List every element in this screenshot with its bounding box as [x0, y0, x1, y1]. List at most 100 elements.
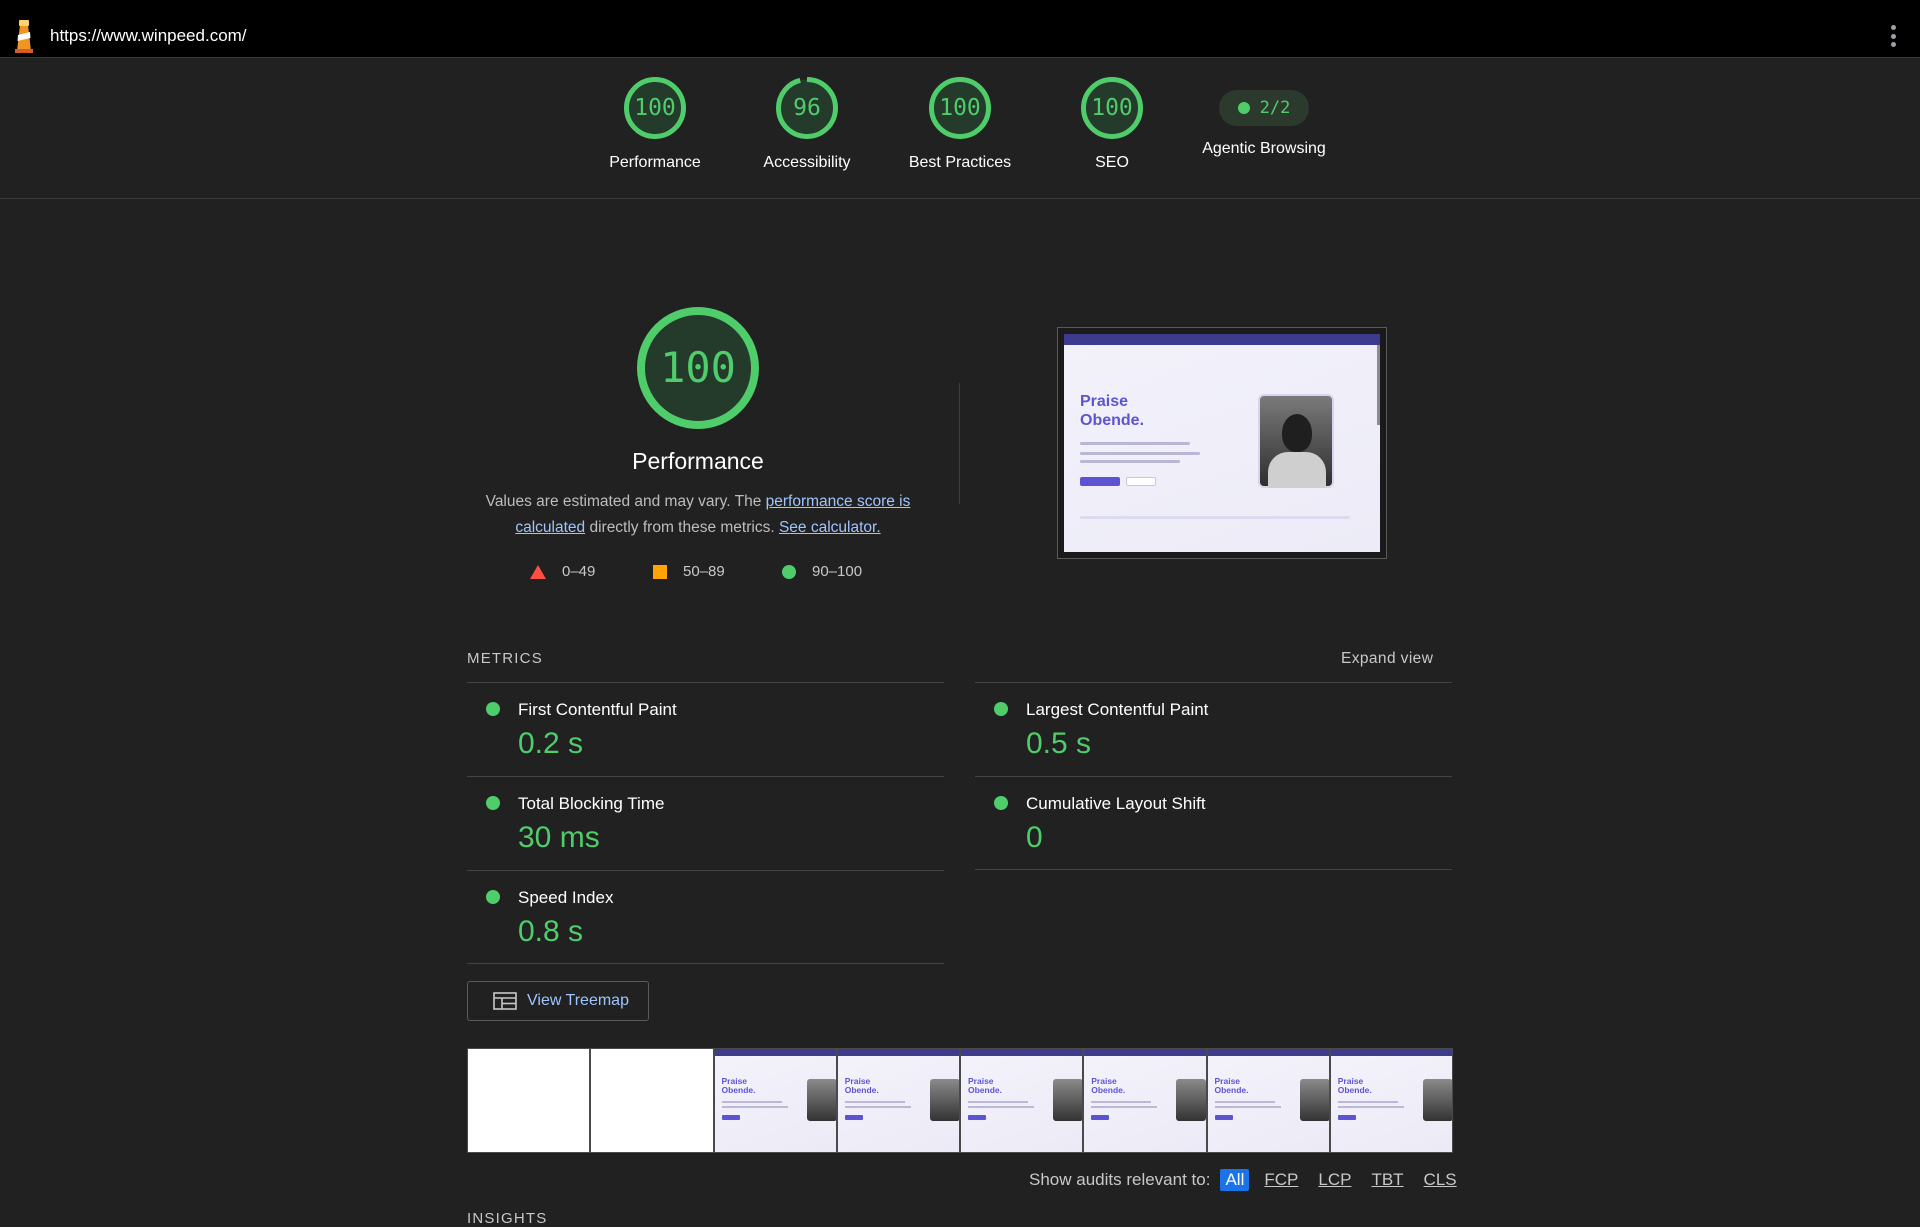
frame-line: [1214, 1106, 1281, 1108]
desc-text: directly from these metrics.: [585, 519, 779, 536]
performance-description: Values are estimated and may vary. The p…: [468, 489, 928, 541]
metric-label: Cumulative Layout Shift: [1026, 794, 1206, 813]
filter-all[interactable]: All: [1220, 1169, 1250, 1191]
audit-filter-prompt: Show audits relevant to:: [1029, 1170, 1211, 1189]
frame-heading-line: Obende.: [1091, 1085, 1126, 1095]
filter-fcp[interactable]: FCP: [1259, 1169, 1303, 1191]
gauge-performance[interactable]: 100 Performance: [575, 76, 735, 172]
pass-dot-icon: [486, 890, 500, 904]
frame-button: [968, 1115, 986, 1120]
filmstrip-frame: Praise Obende.: [1329, 1048, 1453, 1153]
frame-line: [1214, 1101, 1275, 1103]
filter-tbt[interactable]: TBT: [1366, 1169, 1408, 1191]
gauge-label: Performance: [609, 154, 701, 171]
metrics-heading: METRICS: [467, 650, 543, 667]
average-square-icon: [653, 564, 667, 579]
gauge-accessibility[interactable]: 96 Accessibility: [727, 76, 887, 172]
legend-fail: 0–49: [530, 563, 595, 580]
filmstrip-frame: Praise Obende.: [836, 1048, 960, 1153]
frame-portrait: [1299, 1079, 1329, 1121]
frame-line: [968, 1101, 1028, 1103]
frame-heading: Praise Obende.: [1091, 1077, 1125, 1095]
metric-value: 0.5 s: [1026, 727, 1092, 760]
metric-value: 0.8 s: [518, 915, 584, 948]
metric-speed-index: Speed Index 0.8 s: [467, 870, 944, 964]
expand-view-toggle[interactable]: Expand view: [1341, 650, 1433, 668]
pass-dot-icon: [486, 796, 500, 810]
category-gauges: 100 Performance 96 Accessibility 100 Bes…: [0, 58, 1920, 199]
frame-nav: [961, 1049, 1083, 1056]
more-options-icon[interactable]: [1890, 25, 1896, 47]
portrait-image: [1258, 394, 1334, 488]
frame-line: [844, 1106, 911, 1108]
screenshot-preview: Praise Obende.: [1064, 334, 1380, 552]
legend-average: 50–89: [653, 563, 725, 580]
preview-heading: Praise Obende.: [1080, 392, 1144, 430]
lighthouse-icon: [15, 20, 33, 53]
frame-portrait: [929, 1079, 959, 1121]
filter-lcp[interactable]: LCP: [1313, 1169, 1356, 1191]
pass-dot-icon: [1237, 102, 1250, 114]
metric-label: Speed Index: [518, 888, 614, 907]
frame-nav: [1330, 1049, 1452, 1056]
gauge-label: SEO: [1095, 154, 1129, 171]
gauge-agentic-browsing[interactable]: 2/2 Agentic Browsing: [1184, 76, 1344, 158]
gauge-score: 96: [793, 95, 821, 121]
gauge-ring: 100: [623, 76, 687, 140]
frame-heading: Praise Obende.: [1215, 1077, 1249, 1095]
frame-heading: Praise Obende.: [722, 1077, 756, 1095]
frame-button: [1091, 1115, 1110, 1120]
metrics-divider: [975, 869, 1452, 870]
metric-label: Total Blocking Time: [518, 794, 665, 813]
frame-portrait: [806, 1079, 836, 1121]
desc-text: Values are estimated and may vary. The: [485, 493, 766, 510]
preview-button: [1126, 477, 1156, 486]
metric-value: 0.2 s: [518, 727, 584, 760]
filmstrip-frame: Praise Obende.: [713, 1048, 837, 1153]
pass-dot-icon: [994, 702, 1008, 716]
filmstrip-frame: Praise Obende.: [1083, 1048, 1207, 1153]
frame-nav: [1207, 1049, 1329, 1056]
frame-heading: Praise Obende.: [968, 1077, 1002, 1095]
frame-heading: Praise Obende.: [1338, 1077, 1372, 1095]
frame-portrait: [1053, 1079, 1083, 1121]
gauge-score: 2/2: [1259, 98, 1291, 118]
preview-button: [1080, 477, 1120, 486]
page-url: https://www.winpeed.com/: [50, 26, 247, 45]
pass-dot-icon: [994, 796, 1008, 810]
filmstrip: Praise Obende. Praise Obende. Praise Obende. P…: [467, 1048, 1453, 1153]
gauge-label: Agentic Browsing: [1202, 140, 1326, 157]
metric-label: Largest Contentful Paint: [1026, 700, 1209, 719]
frame-heading-line: Obende.: [1214, 1085, 1249, 1095]
filmstrip-frame: Praise Obende.: [1206, 1048, 1330, 1153]
metric-fcp: First Contentful Paint 0.2 s: [467, 682, 944, 776]
preview-line: [1080, 442, 1190, 445]
treemap-icon: [493, 992, 517, 1010]
gauge-score: 100: [1091, 95, 1133, 121]
preview-line: [1080, 452, 1200, 455]
view-treemap-button[interactable]: View Treemap: [467, 981, 649, 1021]
frame-nav: [837, 1049, 959, 1056]
preview-heading-line: Obende.: [1080, 412, 1145, 429]
preview-nav: [1064, 334, 1380, 345]
filter-cls[interactable]: CLS: [1419, 1169, 1462, 1191]
frame-button: [1337, 1115, 1356, 1120]
gauge-ring: 100: [1080, 76, 1144, 140]
final-screenshot[interactable]: Praise Obende.: [1057, 327, 1387, 559]
frame-line: [721, 1106, 788, 1108]
preview-scrollbar: [1377, 345, 1380, 425]
gauge-seo[interactable]: 100 SEO: [1032, 76, 1192, 172]
metric-cls: Cumulative Layout Shift 0: [975, 776, 1452, 870]
performance-score: 100: [660, 343, 736, 392]
gauge-label: Best Practices: [908, 154, 1012, 171]
legend-label: 50–89: [683, 563, 725, 580]
metric-label: First Contentful Paint: [518, 700, 677, 719]
frame-line: [721, 1101, 782, 1103]
gauge-best-practices[interactable]: 100 Best Practices: [880, 76, 1040, 172]
preview-line: [1080, 460, 1180, 463]
see-calculator-link[interactable]: See calculator.: [779, 519, 881, 536]
legend-label: 90–100: [812, 563, 863, 580]
frame-line: [844, 1101, 905, 1103]
performance-main-gauge: 100: [635, 305, 761, 431]
treemap-label: View Treemap: [527, 992, 629, 1009]
